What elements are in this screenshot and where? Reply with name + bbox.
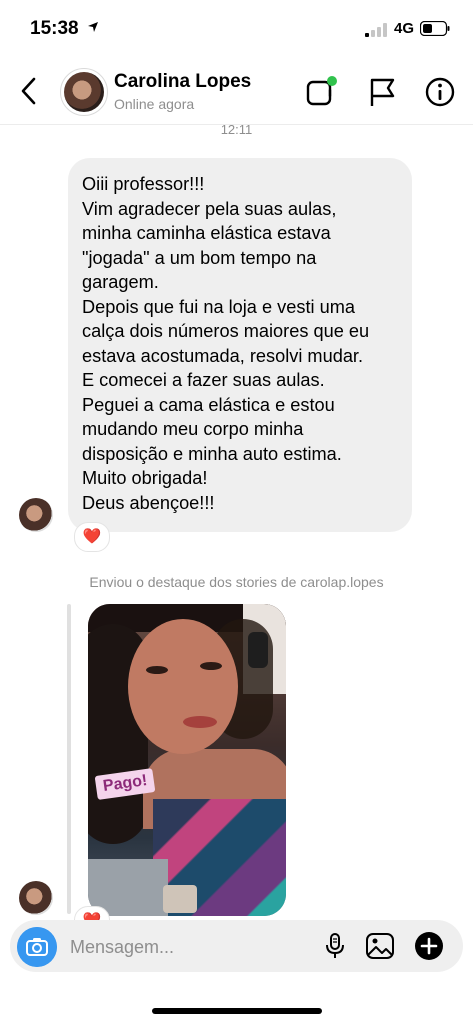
message-line: minha caminha elástica estava — [82, 223, 331, 243]
message-line: "jogada" a um bom tempo na — [82, 247, 317, 268]
status-time: 15:38 — [30, 18, 79, 39]
message-line: Vim agradecer pela suas aulas, — [82, 198, 337, 219]
headphones-icon — [248, 632, 268, 668]
battery-icon — [420, 21, 450, 36]
message-line: Depois que fui na loja e vesti uma — [82, 296, 355, 317]
status-bar: 15:38 4G — [0, 0, 473, 58]
camera-button[interactable] — [17, 927, 57, 967]
message-line: Muito obrigada! — [82, 468, 208, 488]
contact-name[interactable]: Carolina Lopes — [114, 71, 251, 93]
message-line: estava acostumada, resolvi mudar. — [82, 345, 364, 366]
home-indicator — [152, 1008, 322, 1014]
network-type: 4G — [394, 20, 415, 37]
reply-indicator-bar — [67, 604, 71, 914]
message-line: calça dois números maiores que eu — [82, 321, 370, 341]
contact-status: Online agora — [114, 96, 195, 112]
message-line: disposição e minha auto estima. — [82, 443, 342, 464]
story-caption: Enviou o destaque dos stories de carolap… — [89, 574, 384, 590]
location-arrow-icon — [88, 22, 98, 32]
heart-reaction[interactable]: ❤️ — [74, 522, 110, 552]
sender-avatar[interactable] — [19, 881, 53, 915]
video-call-icon[interactable] — [304, 74, 340, 110]
avatar-image — [64, 72, 104, 112]
message-line: Deus abençoe!!! — [82, 492, 215, 513]
contact-avatar[interactable] — [60, 68, 108, 116]
info-icon[interactable] — [422, 74, 458, 110]
signal-icon — [365, 23, 387, 37]
flag-icon[interactable] — [364, 74, 400, 110]
message-text: Oiii professor!!! Vim agradecer pela sua… — [82, 172, 400, 515]
message-line: Oiii professor!!! — [82, 174, 205, 194]
chat-header: Carolina Lopes Online agora — [0, 58, 473, 125]
story-highlight-card[interactable] — [88, 604, 286, 916]
plus-circle-icon[interactable] — [414, 931, 444, 961]
microphone-icon[interactable] — [320, 931, 350, 961]
message-line: Peguei a cama elástica e estou — [82, 394, 335, 415]
message-timestamp: 12:11 — [220, 122, 253, 137]
back-button[interactable] — [14, 74, 44, 108]
gallery-icon[interactable] — [365, 931, 395, 961]
sender-avatar[interactable] — [19, 498, 53, 532]
message-line: mudando meu corpo minha — [82, 419, 304, 439]
message-input[interactable] — [68, 932, 302, 962]
story-mini-sticker — [163, 885, 197, 913]
message-line: E comecei a fazer suas aulas. — [82, 370, 325, 390]
message-line: garagem. — [82, 272, 159, 292]
